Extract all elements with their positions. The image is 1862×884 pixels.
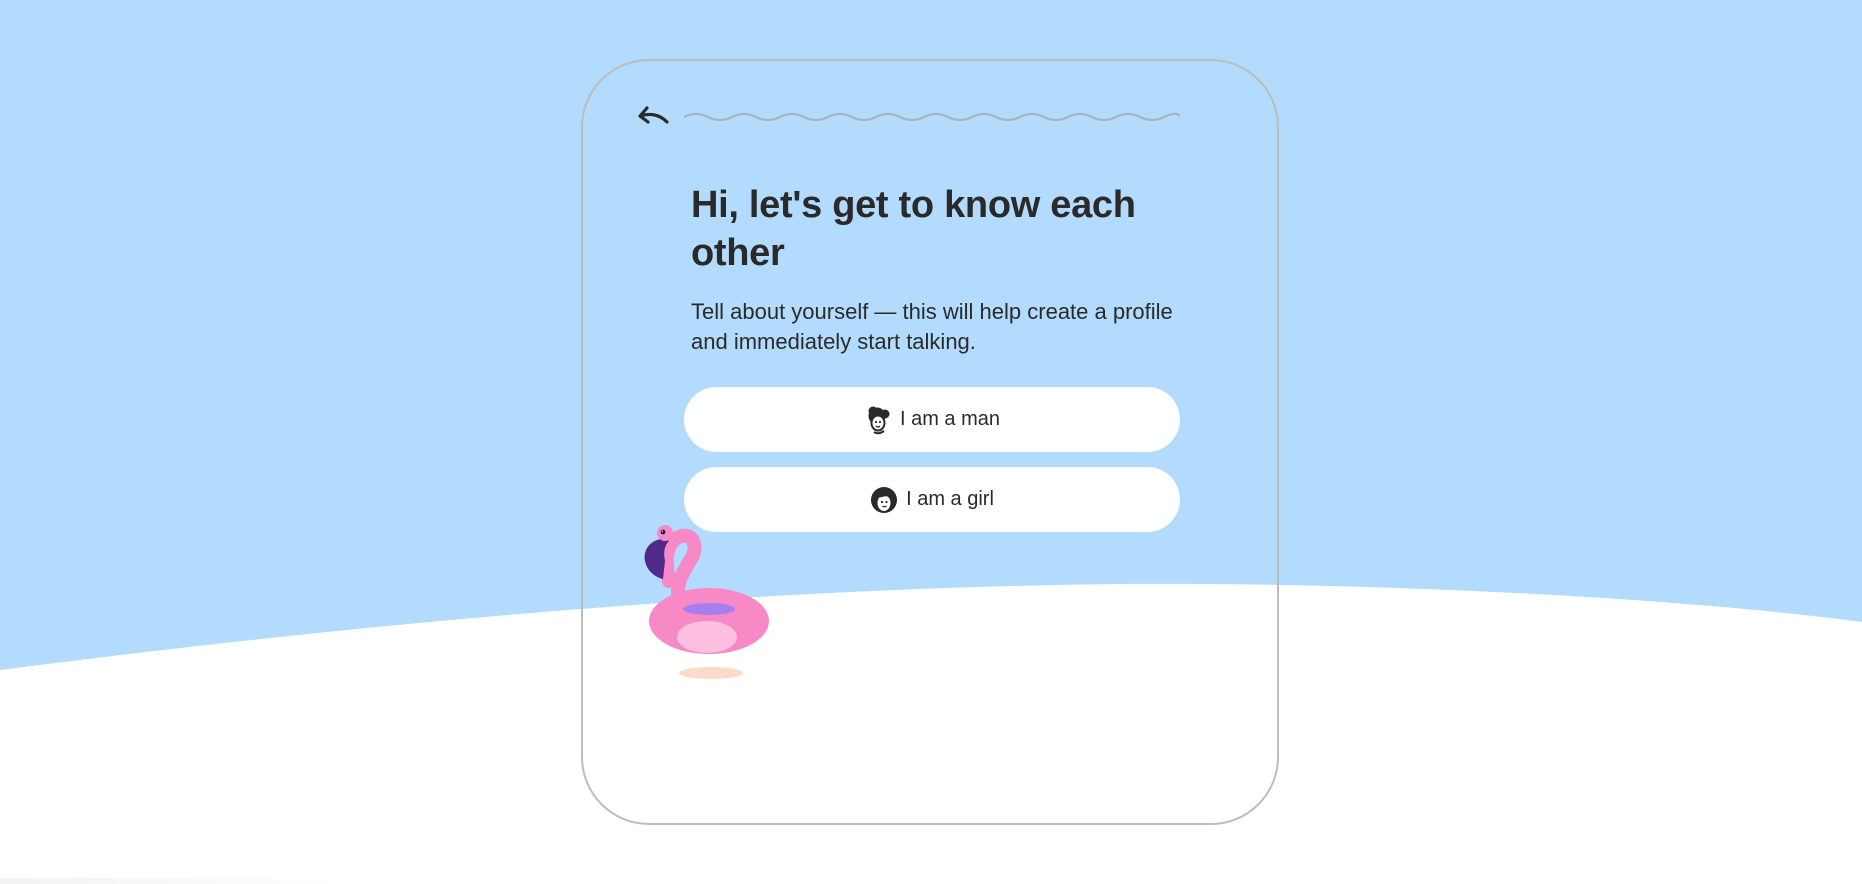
page-title: Hi, let's get to know each other [691, 184, 1136, 274]
onboarding-card: Hi, let's get to know each other Tell ab… [581, 59, 1279, 825]
i-am-a-man-button[interactable]: I am a man [684, 387, 1180, 452]
girl-avatar-icon [871, 486, 898, 513]
page-subtitle: Tell about yourself — this will help cre… [691, 299, 1173, 354]
bottom-shadow [0, 878, 340, 884]
i-am-a-girl-label: I am a girl [906, 488, 994, 510]
arrow-back-icon[interactable] [635, 105, 671, 133]
flamingo-float-illustration [644, 525, 769, 679]
i-am-a-man-label: I am a man [899, 408, 1001, 430]
man-avatar-icon [868, 406, 890, 434]
page: Hi, let's get to know each other Tell ab… [0, 0, 1862, 884]
progress-wave-line [684, 112, 1180, 122]
